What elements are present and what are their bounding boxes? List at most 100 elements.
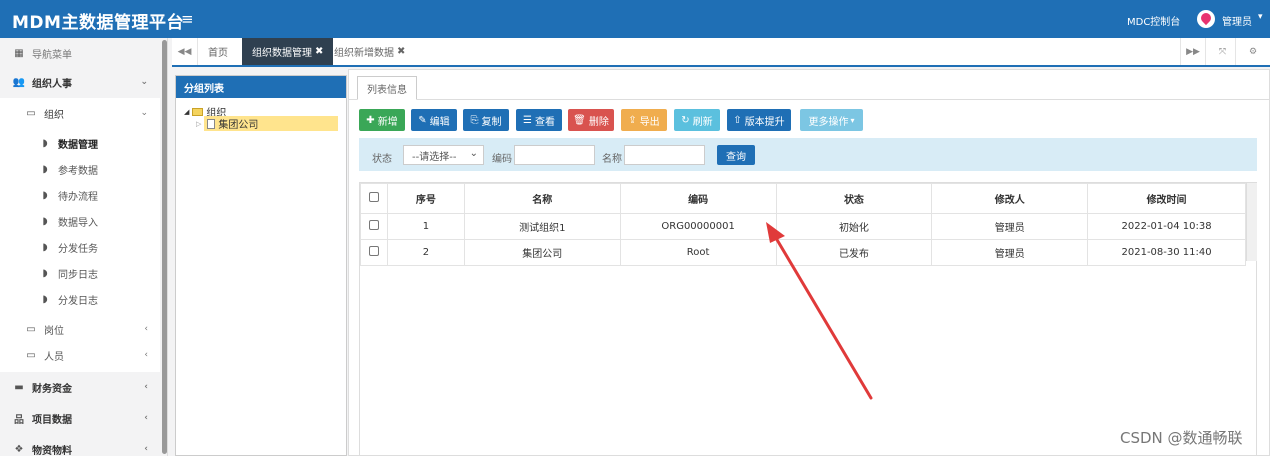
tab-label: 组织新增数据 [334,48,394,59]
filter-bar: 状态 --请选择-- ⌄ 编码 名称 查询 [359,138,1257,171]
add-button[interactable]: ✚ 新增 [359,109,405,131]
upload-icon: ⇧ [733,114,742,126]
column-header[interactable]: 状态 [775,183,933,214]
tab-home-label: 首页 [208,48,228,59]
tab-home[interactable]: 首页 [198,38,238,65]
sidebar-item-dist-log[interactable]: ◗ 分发日志 [0,286,160,312]
tree-node-group-company[interactable]: ▷ 集团公司 [196,116,339,131]
code-label: 编码 [492,154,512,165]
edit-button[interactable]: ✎ 编辑 [411,109,457,131]
fullscreen-icon[interactable]: ⤧ [1210,38,1236,65]
table-cell: ORG00000001 [619,213,777,240]
chevron-left-icon: ‹ [144,444,148,454]
sidebar-item-sync-log[interactable]: ◗ 同步日志 [0,260,160,286]
table-cell: 测试组织1 [463,213,621,240]
delete-button-label: 删除 [588,116,609,128]
version-upgrade-button[interactable]: ⇧ 版本提升 [727,109,791,131]
export-icon: ⇪ [628,114,637,126]
sidebar-item-label: 财务资金 [32,383,72,395]
sidebar-scrollbar[interactable] [162,40,167,454]
sidebar-item-label: 分发任务 [58,243,98,255]
leaf-icon: ◗ [42,163,48,175]
tab-list-info[interactable]: 列表信息 [357,76,417,100]
sidebar-item-hr[interactable]: 👥 组织人事 ⌄ [0,69,160,95]
leaf-icon: ◗ [42,241,48,253]
tree-node-selected[interactable]: 集团公司 [204,116,339,131]
folder-icon: ▭ [26,349,36,361]
status-select[interactable]: --请选择-- ⌄ [403,145,484,165]
copy-button[interactable]: ⎘ 复制 [463,109,509,131]
sidebar-item-todo[interactable]: ◗ 待办流程 [0,182,160,208]
tab-org-data-manage[interactable]: 组织数据管理 ✖ [242,38,334,65]
tab-scroll-right-icon[interactable]: ▶▶ [1180,38,1206,65]
table-row[interactable]: 2 集团公司 Root 已发布 管理员 2021-08-30 11:40 [360,239,1246,266]
copy-icon: ⎘ [470,114,479,126]
status-select-value: --请选择-- [412,151,457,163]
user-avatar-icon[interactable] [1197,10,1215,28]
view-button-label: 查看 [534,116,555,128]
leaf-icon: ◗ [42,189,48,201]
row-checkbox[interactable] [368,246,379,256]
sidebar-nav-title-label: 导航菜单 [32,49,72,61]
plus-icon: ✚ [366,114,375,126]
column-header[interactable]: 修改时间 [1087,183,1246,214]
query-button[interactable]: 查询 [717,145,755,165]
sidebar-item-finance[interactable]: ▬ 财务资金 ‹ [0,374,160,400]
row-checkbox[interactable] [368,220,379,230]
sidebar-item-material[interactable]: ❖ 物资物料 ‹ [0,436,160,456]
chevron-down-icon: ⌄ [140,108,148,118]
close-icon[interactable]: ✖ [315,46,323,57]
name-input[interactable] [624,145,705,165]
more-actions-button[interactable]: 更多操作 ▾ [800,109,863,131]
sidebar-item-import[interactable]: ◗ 数据导入 [0,208,160,234]
sidebar-item-hr-label: 组织人事 [32,78,72,90]
sidebar-item-label: 物资物料 [32,445,72,456]
sitemap-icon: 品 [14,414,24,426]
watermark: CSDN @数通畅联 [1120,429,1243,447]
sidebar-item-label: 项目数据 [32,414,72,426]
document-icon [207,118,216,129]
mdc-console-link[interactable]: MDC控制台 [1127,13,1180,28]
menu-toggle-icon[interactable]: ≡ [181,10,194,28]
export-button[interactable]: ⇪ 导出 [621,109,667,131]
sidebar-item-person[interactable]: ▭ 人员 ‹ [0,342,160,368]
view-button[interactable]: ☰ 查看 [516,109,562,131]
table-row[interactable]: 1 测试组织1 ORG00000001 初始化 管理员 2022-01-04 1… [360,213,1246,240]
group-list-panel: 分组列表 ◢ 组织 ▷ 集团公司 [175,75,347,456]
sidebar-item-dist-task[interactable]: ◗ 分发任务 [0,234,160,260]
leaf-icon: ◗ [42,293,48,305]
code-input[interactable] [514,145,595,165]
group-list-title: 分组列表 [176,76,346,98]
refresh-button[interactable]: ↻ 刷新 [674,109,720,131]
table-scrollbar[interactable] [1246,183,1257,261]
folder-icon: ▭ [26,323,36,335]
column-header[interactable]: 名称 [463,183,621,214]
gear-icon[interactable]: ⚙ [1240,38,1266,65]
close-icon[interactable]: ✖ [397,46,405,57]
select-all-checkbox[interactable] [368,192,379,202]
user-name[interactable]: 管理员 [1222,13,1252,28]
tab-org-new-data[interactable]: 组织新增数据 ✖ [324,38,415,65]
sidebar-item-org[interactable]: ▭ 组织 ⌄ [0,100,160,126]
caret-down-icon[interactable]: ▾ [1258,12,1263,22]
table-cell: Root [619,239,777,266]
export-button-label: 导出 [639,116,660,128]
sidebar-item-data-manage[interactable]: ◗ 数据管理 [0,130,160,156]
tree-collapse-icon[interactable]: ▷ [196,120,201,128]
column-header[interactable]: 编码 [619,183,777,214]
sidebar-item-label: 人员 [44,351,64,363]
tab-scroll-left-icon[interactable]: ◀◀ [172,38,198,65]
sidebar-item-position[interactable]: ▭ 岗位 ‹ [0,316,160,342]
column-header[interactable]: 修改人 [931,183,1089,214]
chevron-left-icon: ‹ [144,350,148,360]
copy-button-label: 复制 [481,116,502,128]
sidebar-item-ref-data[interactable]: ◗ 参考数据 [0,156,160,182]
sidebar-item-project[interactable]: 品项目数据 ‹ [0,405,160,431]
status-label: 状态 [372,154,392,165]
row-select-cell [360,239,388,266]
column-header[interactable]: 序号 [386,183,465,214]
chevron-down-icon: ⌄ [140,77,148,87]
delete-button[interactable]: 🗑 删除 [568,109,614,131]
caret-down-icon: ▾ [850,115,855,125]
tree-expand-icon[interactable]: ◢ [184,108,189,116]
